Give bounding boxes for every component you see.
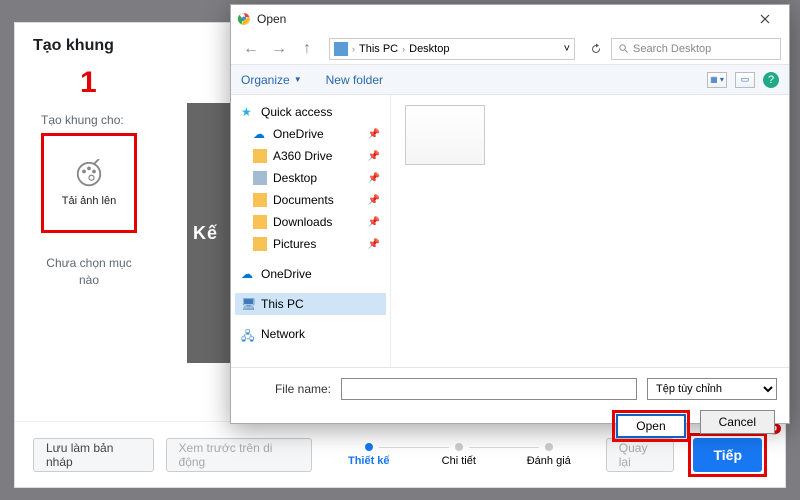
tree-network[interactable]: 🖧Network xyxy=(235,323,386,345)
folder-icon xyxy=(253,237,267,251)
chevron-down-icon: ▼ xyxy=(294,75,302,84)
cloud-icon: ☁ xyxy=(253,127,267,141)
dialog-toolbar: Organize▼ New folder ▦ ▾ ▭ ? xyxy=(231,65,789,95)
open-button[interactable]: Open xyxy=(616,414,685,438)
tree-onedrive-root[interactable]: ☁OneDrive xyxy=(235,263,386,285)
star-icon: ★ xyxy=(241,105,255,119)
refresh-button[interactable] xyxy=(585,38,607,60)
new-folder-button[interactable]: New folder xyxy=(326,73,383,87)
left-panel: Tạo khung cho: Tải ảnh lên Chưa chọn mục… xyxy=(41,113,161,289)
network-icon: 🖧 xyxy=(241,327,255,341)
palette-icon xyxy=(74,159,104,189)
breadcrumb-bar[interactable]: › This PC › Desktop ˅ xyxy=(329,38,575,60)
pin-icon: 📌 xyxy=(368,239,380,250)
pc-icon xyxy=(334,42,348,56)
highlight-box-2: Open xyxy=(612,410,689,442)
close-icon xyxy=(760,14,770,24)
save-draft-button[interactable]: Lưu làm bản nháp xyxy=(33,438,154,472)
pc-icon: 🖥 xyxy=(241,297,255,311)
preview-pane-button[interactable]: ▭ xyxy=(735,72,755,88)
desktop-icon xyxy=(253,171,267,185)
search-placeholder: Search Desktop xyxy=(633,43,711,55)
pin-icon: 📌 xyxy=(368,129,380,140)
dialog-title: Open xyxy=(257,12,286,26)
create-for-label: Tạo khung cho: xyxy=(41,113,161,127)
nav-back-button[interactable]: ← xyxy=(239,37,263,61)
pin-icon: 📌 xyxy=(368,173,380,184)
file-name-label: File name: xyxy=(243,382,331,396)
annotation-1: 1 xyxy=(80,66,97,100)
breadcrumb-dropdown[interactable]: ˅ xyxy=(564,43,570,55)
pin-icon: 📌 xyxy=(368,195,380,206)
file-list-area[interactable] xyxy=(391,95,789,367)
breadcrumb-leaf[interactable]: Desktop xyxy=(409,43,449,55)
file-open-dialog: Open ← → ↑ › This PC › Desktop ˅ Search … xyxy=(230,4,790,424)
file-type-select[interactable]: Tệp tùy chỉnh xyxy=(647,378,777,400)
search-icon xyxy=(618,43,629,54)
cancel-button[interactable]: Cancel xyxy=(700,410,775,434)
search-box[interactable]: Search Desktop xyxy=(611,38,781,60)
nav-forward-button[interactable]: → xyxy=(267,37,291,61)
tree-onedrive[interactable]: ☁OneDrive📌 xyxy=(235,123,386,145)
breadcrumb-root[interactable]: This PC xyxy=(359,43,398,55)
view-mode-button[interactable]: ▦ ▾ xyxy=(707,72,727,88)
nav-tree[interactable]: ★Quick access ☁OneDrive📌 A360 Drive📌 Des… xyxy=(231,95,391,367)
nav-up-button[interactable]: ↑ xyxy=(295,37,319,61)
tree-desktop[interactable]: Desktop📌 xyxy=(235,167,386,189)
dialog-nav: ← → ↑ › This PC › Desktop ˅ Search Deskt… xyxy=(231,33,789,65)
folder-icon xyxy=(253,215,267,229)
dialog-bottom: File name: Tệp tùy chỉnh Open Cancel xyxy=(231,367,789,454)
tree-quick-access[interactable]: ★Quick access xyxy=(235,101,386,123)
dialog-close-button[interactable] xyxy=(747,5,783,33)
folder-icon xyxy=(253,193,267,207)
tree-a360[interactable]: A360 Drive📌 xyxy=(235,145,386,167)
folder-icon xyxy=(253,149,267,163)
tree-this-pc[interactable]: 🖥This PC xyxy=(235,293,386,315)
dialog-titlebar: Open xyxy=(231,5,789,33)
cloud-icon: ☁ xyxy=(241,267,255,281)
tree-downloads[interactable]: Downloads📌 xyxy=(235,211,386,233)
file-thumbnail[interactable] xyxy=(405,105,485,165)
organize-menu[interactable]: Organize▼ xyxy=(241,73,302,87)
tree-documents[interactable]: Documents📌 xyxy=(235,189,386,211)
upload-label: Tải ảnh lên xyxy=(62,195,116,207)
tree-pictures[interactable]: Pictures📌 xyxy=(235,233,386,255)
file-name-input[interactable] xyxy=(341,378,637,400)
refresh-icon xyxy=(590,43,602,55)
pin-icon: 📌 xyxy=(368,217,380,228)
upload-image-tile[interactable]: Tải ảnh lên xyxy=(41,133,137,233)
pin-icon: 📌 xyxy=(368,151,380,162)
chrome-icon xyxy=(237,12,251,26)
no-selection-text: Chưa chọn mục nào xyxy=(41,255,137,289)
help-button[interactable]: ? xyxy=(763,72,779,88)
